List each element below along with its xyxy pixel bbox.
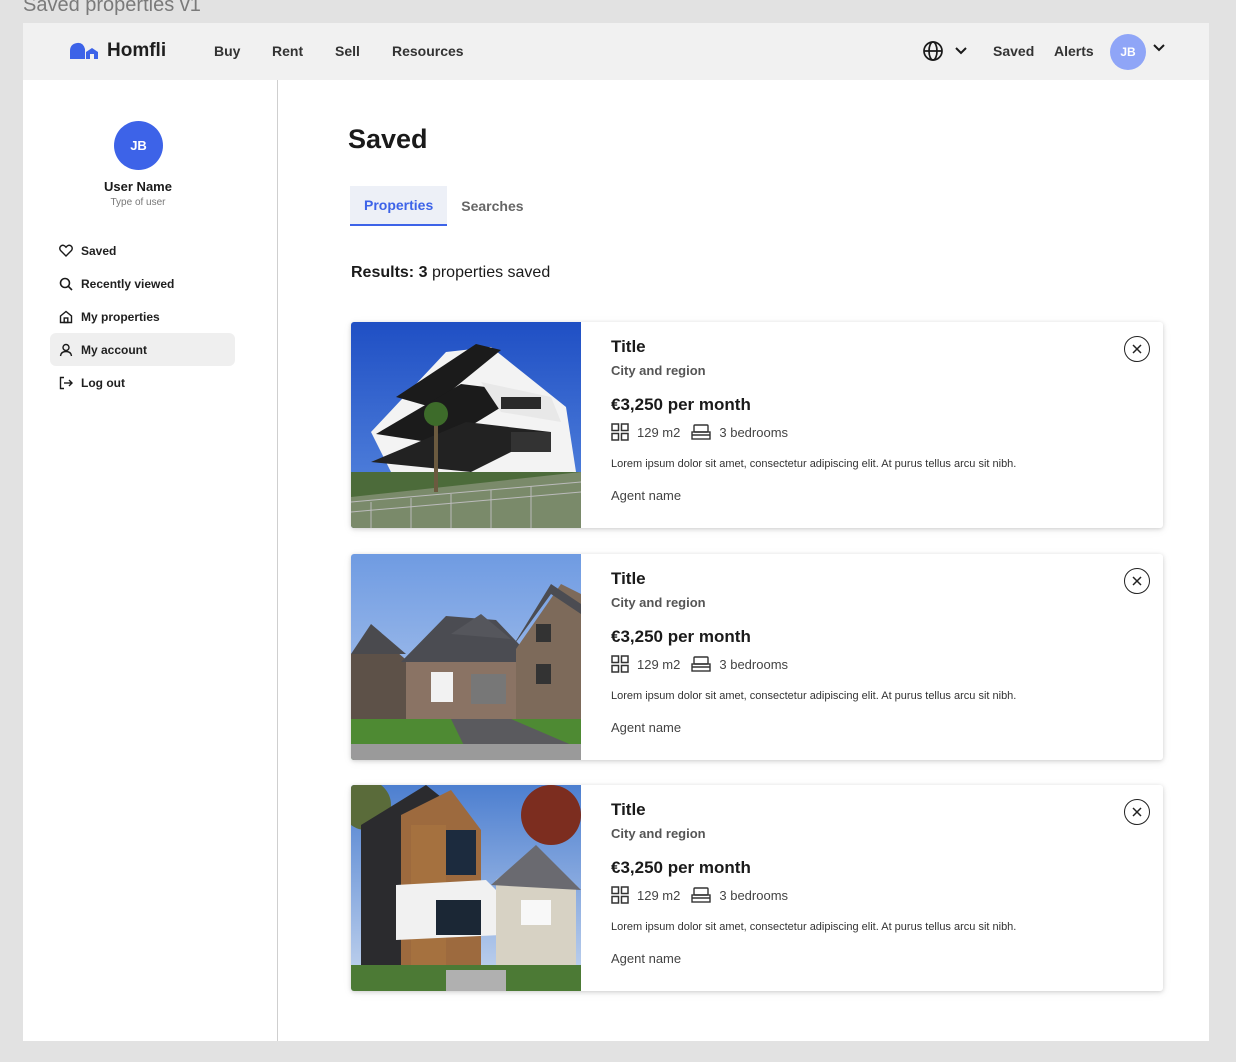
user-icon bbox=[59, 343, 73, 356]
remove-saved-button[interactable] bbox=[1124, 799, 1150, 825]
agent-name[interactable]: Agent name bbox=[611, 488, 681, 503]
close-icon bbox=[1132, 576, 1142, 586]
property-stats: 129 m2 3 bedrooms bbox=[611, 423, 799, 441]
property-stats: 129 m2 3 bedrooms bbox=[611, 886, 799, 904]
property-card[interactable]: Title City and region €3,250 per month 1… bbox=[351, 554, 1163, 760]
user-name: User Name bbox=[104, 179, 172, 194]
results-count: 3 bbox=[418, 264, 428, 281]
area-icon bbox=[611, 423, 629, 441]
chevron-down-icon[interactable] bbox=[1152, 43, 1166, 53]
chevron-down-icon bbox=[955, 47, 967, 55]
results-prefix: Results: bbox=[351, 264, 415, 281]
property-bedrooms: 3 bedrooms bbox=[719, 424, 789, 440]
sidebar: JB User Name Type of user Saved Recently… bbox=[23, 80, 278, 1041]
property-description: Lorem ipsum dolor sit amet, consectetur … bbox=[611, 690, 1017, 702]
property-photo[interactable] bbox=[351, 554, 581, 760]
user-type: Type of user bbox=[110, 197, 166, 208]
bed-icon bbox=[691, 656, 712, 672]
sidebar-item-label: My account bbox=[81, 342, 148, 357]
sidebar-item-label: My properties bbox=[81, 309, 160, 324]
brand-name: Homfli bbox=[107, 40, 167, 61]
user-avatar[interactable]: JB bbox=[1110, 34, 1146, 70]
sidebar-item-my-account[interactable]: My account bbox=[50, 333, 235, 366]
tab-searches[interactable]: Searches bbox=[447, 186, 537, 226]
property-photo[interactable] bbox=[351, 785, 581, 991]
globe-icon bbox=[923, 41, 943, 61]
property-description: Lorem ipsum dolor sit amet, consectetur … bbox=[611, 458, 1017, 470]
nav-link-saved[interactable]: Saved bbox=[993, 43, 1034, 59]
close-icon bbox=[1132, 344, 1142, 354]
property-stats: 129 m2 3 bedrooms bbox=[611, 655, 799, 673]
property-area: 129 m2 bbox=[637, 656, 681, 672]
property-region: City and region bbox=[611, 363, 706, 378]
property-area: 129 m2 bbox=[637, 424, 681, 440]
property-price: €3,250 per month bbox=[611, 627, 751, 646]
remove-saved-button[interactable] bbox=[1124, 336, 1150, 362]
sidebar-item-log-out[interactable]: Log out bbox=[50, 366, 235, 399]
close-icon bbox=[1132, 807, 1142, 817]
language-selector[interactable] bbox=[922, 40, 968, 62]
sidebar-item-label: Log out bbox=[81, 375, 125, 390]
sidebar-item-recently-viewed[interactable]: Recently viewed bbox=[50, 267, 235, 300]
homfli-logo-icon bbox=[70, 42, 98, 59]
property-title[interactable]: Title bbox=[611, 337, 646, 357]
nav-link-buy[interactable]: Buy bbox=[214, 43, 240, 59]
home-icon bbox=[59, 310, 73, 323]
profile-avatar: JB bbox=[114, 121, 163, 170]
agent-name[interactable]: Agent name bbox=[611, 951, 681, 966]
sidebar-item-saved[interactable]: Saved bbox=[50, 234, 235, 267]
search-icon bbox=[59, 277, 73, 291]
bed-icon bbox=[691, 887, 712, 903]
tab-properties[interactable]: Properties bbox=[350, 186, 448, 226]
bed-icon bbox=[691, 424, 712, 440]
nav-link-sell[interactable]: Sell bbox=[335, 43, 360, 59]
sidebar-menu: Saved Recently viewed My properties My a… bbox=[50, 234, 235, 399]
logout-icon bbox=[59, 376, 73, 389]
area-icon bbox=[611, 655, 629, 673]
property-area: 129 m2 bbox=[637, 887, 681, 903]
agent-name[interactable]: Agent name bbox=[611, 720, 681, 735]
results-summary: Results: 3 properties saved bbox=[351, 264, 550, 282]
property-photo[interactable] bbox=[351, 322, 581, 528]
nav-link-resources[interactable]: Resources bbox=[392, 43, 464, 59]
nav-link-alerts[interactable]: Alerts bbox=[1054, 43, 1094, 59]
property-price: €3,250 per month bbox=[611, 395, 751, 414]
property-title[interactable]: Title bbox=[611, 800, 646, 820]
frame-label: Saved properties v1 bbox=[23, 0, 201, 16]
property-price: €3,250 per month bbox=[611, 858, 751, 877]
top-navigation: Homfli Buy Rent Sell Resources Saved Ale… bbox=[23, 23, 1209, 80]
remove-saved-button[interactable] bbox=[1124, 568, 1150, 594]
sidebar-item-my-properties[interactable]: My properties bbox=[50, 300, 235, 333]
property-card[interactable]: Title City and region €3,250 per month 1… bbox=[351, 322, 1163, 528]
property-description: Lorem ipsum dolor sit amet, consectetur … bbox=[611, 921, 1017, 933]
saved-tabs: Properties Searches bbox=[350, 186, 538, 226]
brand-logo[interactable]: Homfli bbox=[69, 40, 166, 62]
area-icon bbox=[611, 886, 629, 904]
nav-link-rent[interactable]: Rent bbox=[272, 43, 303, 59]
property-title[interactable]: Title bbox=[611, 569, 646, 589]
property-bedrooms: 3 bedrooms bbox=[719, 887, 789, 903]
property-bedrooms: 3 bedrooms bbox=[719, 656, 789, 672]
property-card[interactable]: Title City and region €3,250 per month 1… bbox=[351, 785, 1163, 991]
app-frame: Homfli Buy Rent Sell Resources Saved Ale… bbox=[23, 23, 1209, 1041]
property-region: City and region bbox=[611, 826, 706, 841]
sidebar-item-label: Saved bbox=[81, 243, 117, 258]
page-title: Saved bbox=[348, 124, 428, 154]
results-suffix: properties saved bbox=[431, 264, 551, 281]
sidebar-item-label: Recently viewed bbox=[81, 276, 175, 291]
property-region: City and region bbox=[611, 595, 706, 610]
heart-icon bbox=[59, 244, 73, 257]
